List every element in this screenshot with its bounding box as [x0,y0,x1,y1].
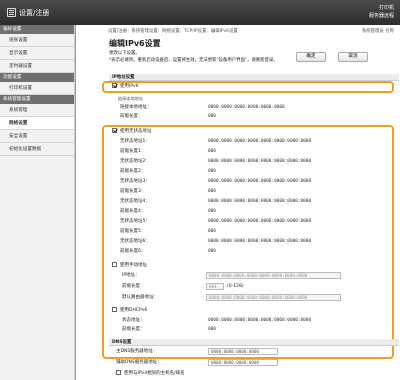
stateless-prefix-label: 前缀长度3： [120,189,146,194]
dns-secondary-field[interactable]: 0000:0000:0000:0000 [208,359,278,366]
stateless-address-label: 无状态地址3： [120,179,150,184]
stateless-prefix-label: 前缀长度1： [120,149,146,154]
use-stateless-label: 使用无状态地址 [120,129,152,134]
dns-primary-label: 主DNS服务器地址： [116,349,158,354]
sidebar-item-network[interactable]: 网络设置 [0,117,74,130]
use-dhcp-checkbox[interactable] [112,307,117,312]
stateless-prefix-value: 000 [208,229,216,234]
stateless-address-value: 0000:0000:0000:0000:0000:0000:0000:0000 [208,139,312,144]
sidebar-item-paper[interactable]: 纸张设置 [0,34,74,47]
use-stateless-row[interactable]: 使用无状态地址 [112,127,152,136]
sidebar-heading: 偏好设置 [0,25,74,34]
dns-same-host-checkbox[interactable] [116,370,121,375]
highlight-use-ipv6 [102,81,394,93]
use-manual-checkbox[interactable] [112,262,117,267]
cancel-button[interactable]: 取消 [338,52,368,62]
link-local-label: 链接本地地址： [120,105,152,110]
app-header: 设置/注册 打印机 服务器远程 [0,0,400,25]
dns-same-host-label: 使用与IPv4相同的主机名/域名 [124,371,185,376]
use-dhcp-label: 使用DHCPv6 [120,308,148,313]
main-panel: 设置/注册：系统管理设置：网络设置：TCP/IP设置：编辑IPv6设置 系统管理… [76,25,400,380]
stateless-prefix-value: 000 [208,149,216,154]
ip-address-section-header: IP地址设置 [109,74,399,81]
dns-secondary-label: 辅助DNS服务器地址： [116,360,162,365]
stateless-address-value: 0000:0000:0000:0000:0000:0000:0000:0000 [208,199,312,204]
dhcp-address-label: 状态地址： [122,318,145,323]
page-description: 更改以下设置。 *表示必填项。重新启动设备后，设置将生效。无法更新"设备用户界面… [109,50,309,64]
dhcp-prefix-label: 前缀长度： [122,327,145,332]
sidebar-item-init[interactable]: 初始化设置数据 [0,143,74,156]
link-local-value: 0000:0000:0000:0000:0000:0000 [208,105,285,110]
stateless-address-label: 无状态地址2： [120,159,150,164]
dhcp-address-value: 0000:0000:0000:0000:0000:0000:0000:0000 [208,318,312,323]
stateless-prefix-value: 000 [208,189,216,194]
stateless-prefix-label: 前缀长度6： [120,249,146,254]
stateless-address-label: 无状态地址5： [120,219,150,224]
manual-prefix-field[interactable]: 064 [206,283,224,290]
stateless-address-value: 0000:0000:0000:0000:0000:0000:0000:0000 [208,239,312,244]
use-ipv6-checkbox[interactable] [112,83,117,88]
stateless-prefix-label: 前缀长度5： [120,229,146,234]
stateless-address-label: 无状态地址1： [120,139,150,144]
sidebar-item-security[interactable]: 安全设置 [0,130,74,143]
stateless-address-label: 无状态地址4： [120,199,150,204]
stateless-prefix-value: 000 [208,249,216,254]
link-local-prefix-value: 000 [208,114,216,119]
manual-ip-label: IP地址： [122,273,140,278]
app-title: 设置/注册 [19,9,50,17]
sidebar-item-timer[interactable]: 定时器设置 [0,60,74,73]
stateless-prefix-label: 前缀长度2： [120,169,146,174]
sidebar-item-system[interactable]: 系统管理 [0,104,74,117]
use-ipv6-label: 使用IPv6 [120,84,139,89]
sidebar-heading: 系统管理设置 [0,95,74,104]
breadcrumb: 设置/注册：系统管理设置：网络设置：TCP/IP设置：编辑IPv6设置 [108,29,238,34]
manual-router-label: 默认路由器地址： [122,295,158,300]
stateless-prefix-label: 前缀长度4： [120,209,146,214]
manual-ip-field[interactable]: 0000:0000:0000:0000:0000:0000:0000:0000 [206,272,341,279]
settings-menu-icon [7,8,16,17]
sidebar-item-printer[interactable]: 打印机设置 [0,82,74,95]
link-local-subheader: 链接本地地址 [118,96,144,101]
printer-link[interactable]: 打印机 [379,4,394,11]
desc-line: *表示必填项。重新启动设备后，设置将生效。无法更新"设备用户界面"，请重新登录。 [109,58,278,63]
dns-section-header: DNS设置 [109,339,399,346]
sidebar: 偏好设置 纸张设置 显示设置 定时器设置 功能设置 打印机设置 系统管理设置 系… [0,25,75,380]
use-dhcp-row[interactable]: 使用DHCPv6 [112,306,147,315]
ok-button[interactable]: 确定 [296,52,326,62]
dns-same-host-row[interactable]: 使用与IPv4相同的主机名/域名 [116,369,185,378]
user-label: 系统管理员 名称 [361,29,394,34]
dns-primary-field[interactable]: 0000:0000:0000:0000 [208,348,278,355]
manual-prefix-hint: (0-128) [227,284,244,289]
manual-router-field[interactable]: 0000:0000:0000:0000:0000:0000:0000:0000 [206,294,341,301]
sidebar-heading: 功能设置 [0,73,74,82]
stateless-address-value: 0000:0000:0000:0000:0000:0000:0000:0000 [208,179,312,184]
link-local-prefix-label: 前缀长度： [120,114,143,119]
remote-ui-link[interactable]: 服务器远程 [369,12,394,19]
use-manual-label: 使用手动地址 [120,263,147,268]
stateless-prefix-value: 000 [208,209,216,214]
manual-prefix-label: 前缀长度： [122,284,145,289]
stateless-address-value: 0000:0000:0000:0000:0000:0000:0000:0000 [208,219,312,224]
dhcp-prefix-value: 000 [208,327,216,332]
page-title: 编辑IPv6设置 [109,39,161,48]
stateless-address-label: 无状态地址6： [120,239,150,244]
stateless-prefix-value: 000 [208,169,216,174]
desc-line: 更改以下设置。 [109,51,140,56]
use-manual-row[interactable]: 使用手动地址 [112,261,147,270]
stateless-address-value: 0000:0000:0000:0000:0000:0000:0000:0000 [208,159,312,164]
use-ipv6-row[interactable]: 使用IPv6 [112,82,139,91]
use-stateless-checkbox[interactable] [112,128,117,133]
sidebar-item-display[interactable]: 显示设置 [0,47,74,60]
